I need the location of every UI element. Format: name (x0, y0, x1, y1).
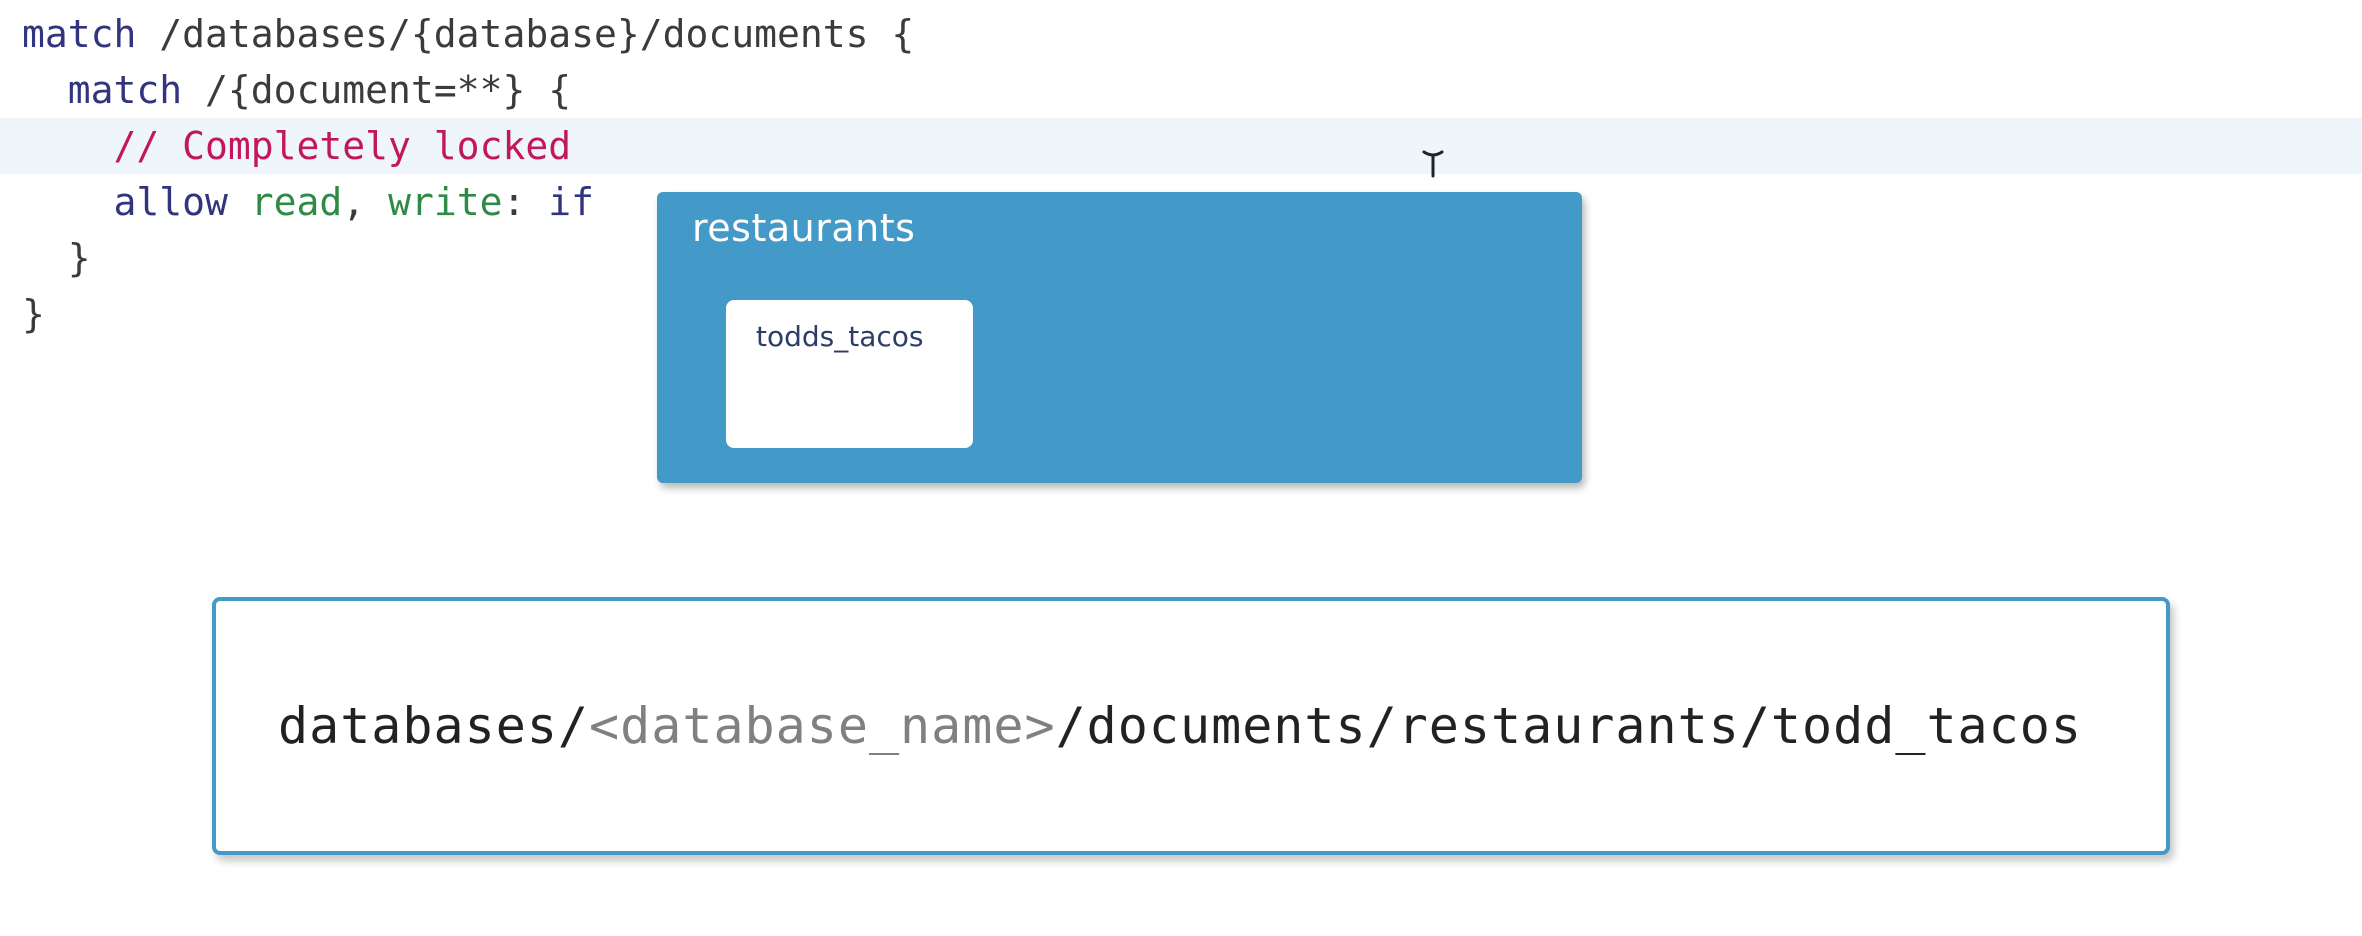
closing-brace: } (22, 236, 91, 280)
code-line-3-highlighted: // Completely locked (0, 118, 2362, 174)
document-path: databases/<database_name>/documents/rest… (278, 697, 2082, 755)
collection-name: restaurants (692, 206, 916, 250)
match-path: /databases/{database}/documents { (136, 12, 915, 56)
keyword-write: write (365, 180, 503, 224)
colon: : (502, 180, 526, 224)
path-prefix: databases/ (278, 697, 590, 755)
document-name: todds_tacos (756, 320, 924, 353)
code-line-1: match /databases/{database}/documents { (22, 6, 2362, 62)
keyword-match: match (67, 68, 183, 112)
path-suffix: /documents/restaurants/todd_tacos (1055, 697, 2082, 755)
keyword-match: match (22, 12, 137, 56)
comma: , (342, 180, 366, 224)
keyword-if: if (525, 180, 594, 224)
text-cursor-icon (1422, 150, 1444, 178)
document-path-box: databases/<database_name>/documents/rest… (212, 597, 2170, 855)
code-line-2: match /{document=**} { (22, 62, 2362, 118)
closing-brace: } (22, 292, 45, 336)
path-placeholder: <database_name> (589, 697, 1056, 755)
match-path: /{document=**} { (182, 68, 572, 112)
keyword-read: read (227, 180, 343, 224)
collection-card: restaurants todds_tacos (657, 192, 1582, 483)
keyword-allow: allow (113, 180, 228, 224)
code-comment: // Completely locked (113, 124, 572, 168)
document-card: todds_tacos (726, 300, 973, 448)
